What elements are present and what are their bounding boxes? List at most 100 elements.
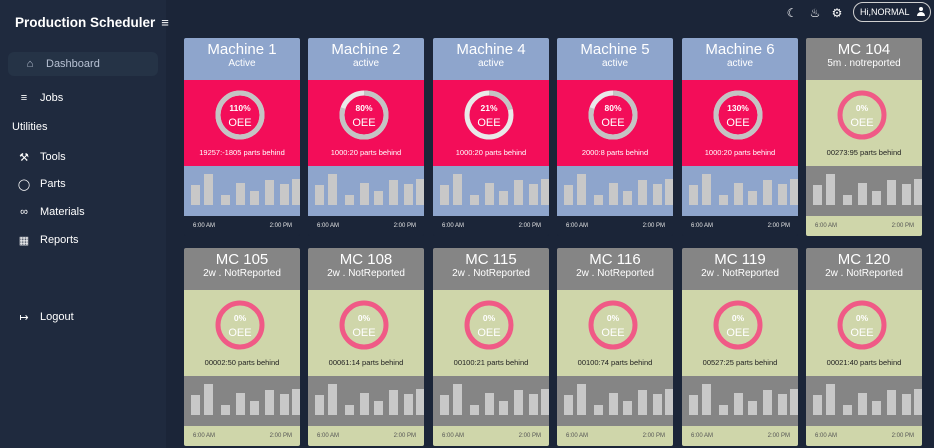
circle-icon: ◯ <box>17 178 31 191</box>
sidebar-section-utilities: Utilities <box>12 121 48 133</box>
sidebar-item-reports[interactable]: ▦ Reports <box>16 231 79 249</box>
sidebar-item-logout[interactable]: ↦ Logout <box>16 308 73 326</box>
machine-name: MC 108 <box>339 251 393 268</box>
chart-bar <box>665 389 673 415</box>
machine-status: 2w . NotReported <box>203 268 281 279</box>
machine-status: Active <box>228 58 256 69</box>
machine-card-header: MC 115 2w . NotReported <box>433 248 549 290</box>
chart-bar <box>191 395 200 415</box>
chart-bar <box>719 405 728 415</box>
chart-bar <box>514 180 523 205</box>
machine-card[interactable]: Machine 2 active 80% OEE 1000:20 parts b… <box>308 38 424 236</box>
machine-card[interactable]: MC 116 2w . NotReported 0% OEE 00100:74 … <box>557 248 673 446</box>
oee-label: OEE <box>352 327 376 339</box>
chart-bar <box>529 394 538 415</box>
chart-bar <box>638 390 647 415</box>
sidebar-item-dashboard[interactable]: ⌂ Dashboard <box>8 52 158 76</box>
oee-ring <box>837 90 887 140</box>
machine-card[interactable]: Machine 4 active 21% OEE 1000:20 parts b… <box>433 38 549 236</box>
machine-status: 2w . NotReported <box>701 268 779 279</box>
chart-bar <box>778 394 787 415</box>
oee-gauge: 0% OEE <box>587 299 639 351</box>
oee-percent: 0% <box>606 313 620 323</box>
chart-bar <box>191 185 200 205</box>
machine-card[interactable]: Machine 1 Active 110% OEE 19257:-1805 pa… <box>184 38 300 236</box>
chart-bar <box>499 191 508 205</box>
time-axis: 6:00 AM 2:00 PM <box>557 216 673 236</box>
oee-gauge: 0% OEE <box>836 89 888 141</box>
start-time: 6:00 AM <box>691 223 714 229</box>
parts-behind: 00100:74 parts behind <box>577 358 653 367</box>
machine-card-header: MC 105 2w . NotReported <box>184 248 300 290</box>
list-icon: ≡ <box>20 92 28 104</box>
oee-gauge: 0% OEE <box>338 299 390 351</box>
start-time: 6:00 AM <box>566 433 589 439</box>
hamburger-menu-icon[interactable]: ≡ <box>161 15 169 30</box>
oee-panel: 0% OEE 00527:25 parts behind <box>682 290 798 376</box>
chart-bar <box>564 395 573 415</box>
user-avatar-icon <box>916 7 926 17</box>
machine-card[interactable]: MC 120 2w . NotReported 0% OEE 00021:40 … <box>806 248 922 446</box>
production-bar-chart <box>308 376 424 426</box>
dark-mode-moon-icon[interactable]: ☾ <box>785 6 799 20</box>
machine-name: Machine 6 <box>705 41 775 58</box>
oee-label: OEE <box>477 117 501 129</box>
oee-percent: 0% <box>482 313 496 323</box>
chart-bar <box>236 183 245 205</box>
sidebar-item-materials[interactable]: ∞ Materials <box>16 203 85 221</box>
parts-behind: 00527:25 parts behind <box>702 358 778 367</box>
machine-card[interactable]: Machine 6 active 130% OEE 1000:20 parts … <box>682 38 798 236</box>
oee-ring <box>339 90 389 140</box>
oee-ring <box>464 300 514 350</box>
start-time: 6:00 AM <box>566 223 589 229</box>
machine-card[interactable]: MC 119 2w . NotReported 0% OEE 00527:25 … <box>682 248 798 446</box>
gear-icon[interactable]: ⚙ <box>830 6 844 20</box>
machine-card[interactable]: Machine 5 active 80% OEE 2000:8 parts be… <box>557 38 673 236</box>
machine-card[interactable]: MC 105 2w . NotReported 0% OEE 00002:50 … <box>184 248 300 446</box>
chart-bar <box>360 183 369 205</box>
chart-bar <box>623 401 632 415</box>
chart-bar <box>292 179 300 205</box>
oee-gauge: 80% OEE <box>338 89 390 141</box>
chart-bar <box>265 390 274 415</box>
chart-bar <box>499 401 508 415</box>
production-bar-chart <box>557 166 673 216</box>
chart-bar <box>315 395 324 415</box>
chart-bar <box>887 180 896 205</box>
chart-bar <box>653 184 662 205</box>
chart-bar <box>280 184 289 205</box>
chart-bar <box>280 394 289 415</box>
end-time: 2:00 PM <box>269 223 292 229</box>
oee-label: OEE <box>228 117 252 129</box>
sidebar-item-parts[interactable]: ◯ Parts <box>16 175 66 193</box>
sidebar-item-tools[interactable]: ⚒ Tools <box>16 148 66 166</box>
chart-bar <box>734 393 743 415</box>
user-menu-button[interactable]: Hi,NORMAL <box>853 2 931 22</box>
sidebar-item-label: Dashboard <box>46 58 100 70</box>
parts-behind: 2000:8 parts behind <box>581 148 649 157</box>
end-time: 2:00 PM <box>767 433 790 439</box>
parts-behind: 1000:20 parts behind <box>455 148 527 157</box>
chart-bar <box>826 174 835 205</box>
chart-bar <box>689 395 698 415</box>
oee-gauge: 21% OEE <box>463 89 515 141</box>
chart-bar <box>416 389 424 415</box>
sidebar-item-label: Tools <box>40 151 66 163</box>
sidebar-item-jobs[interactable]: ≡ Jobs <box>16 89 63 107</box>
machine-name: MC 116 <box>589 251 641 268</box>
bell-icon[interactable]: ♨ <box>808 6 822 20</box>
time-axis: 6:00 AM 2:00 PM <box>433 426 549 446</box>
chart-bar <box>914 389 922 415</box>
end-time: 2:00 PM <box>393 223 416 229</box>
start-time: 6:00 AM <box>317 433 340 439</box>
machine-card[interactable]: MC 104 5m . notreported 0% OEE 00273:95 … <box>806 38 922 236</box>
time-axis: 6:00 AM 2:00 PM <box>682 426 798 446</box>
sidebar-item-label: Parts <box>40 178 66 190</box>
app-title: Production Scheduler <box>15 15 156 30</box>
machine-card[interactable]: MC 108 2w . NotReported 0% OEE 00061:14 … <box>308 248 424 446</box>
sidebar: Production Scheduler ≡ ⌂ Dashboard ≡ Job… <box>0 0 169 448</box>
machine-card[interactable]: MC 115 2w . NotReported 0% OEE 00100:21 … <box>433 248 549 446</box>
chart-bar <box>902 184 911 205</box>
oee-percent: 80% <box>604 103 622 113</box>
production-bar-chart <box>682 376 798 426</box>
